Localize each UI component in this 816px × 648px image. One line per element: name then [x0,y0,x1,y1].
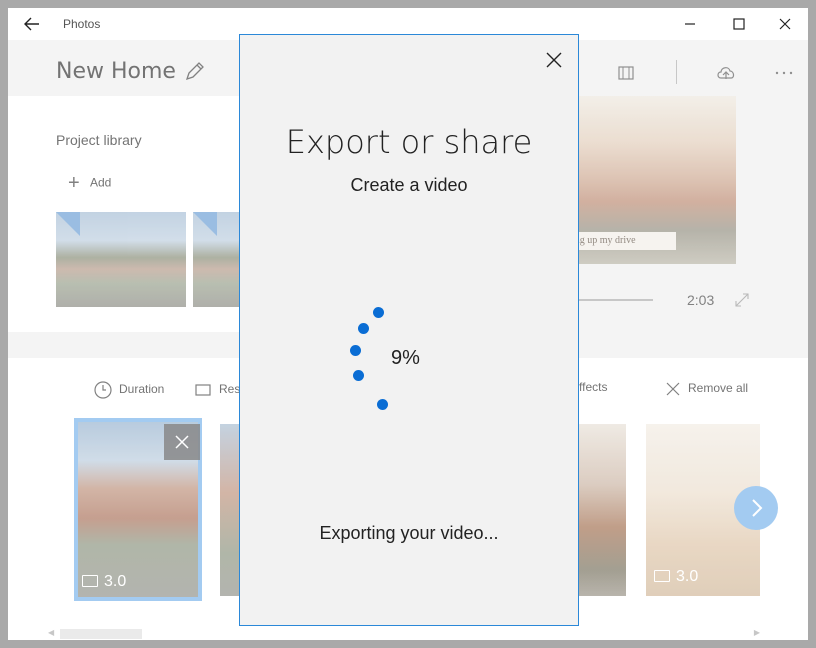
progress-percent: 9% [391,347,420,369]
spinner-dot [358,323,369,334]
dialog-subtitle: Create a video [350,175,468,195]
minimize-icon[interactable] [680,14,700,34]
spinner-dot [373,307,384,318]
dialog-title: Export or share [285,123,533,161]
dialog-close-icon[interactable] [543,49,565,71]
spinner-dot [377,399,388,410]
spinner-dot [353,370,364,381]
maximize-icon[interactable] [729,14,749,34]
back-arrow-icon[interactable] [22,14,42,34]
spinner-dot [350,345,361,356]
app-title: Photos [63,17,101,31]
export-dialog: Export or share Create a video 9% Export… [239,34,579,626]
close-icon[interactable] [775,14,795,34]
export-status: Exporting your video... [319,523,499,543]
